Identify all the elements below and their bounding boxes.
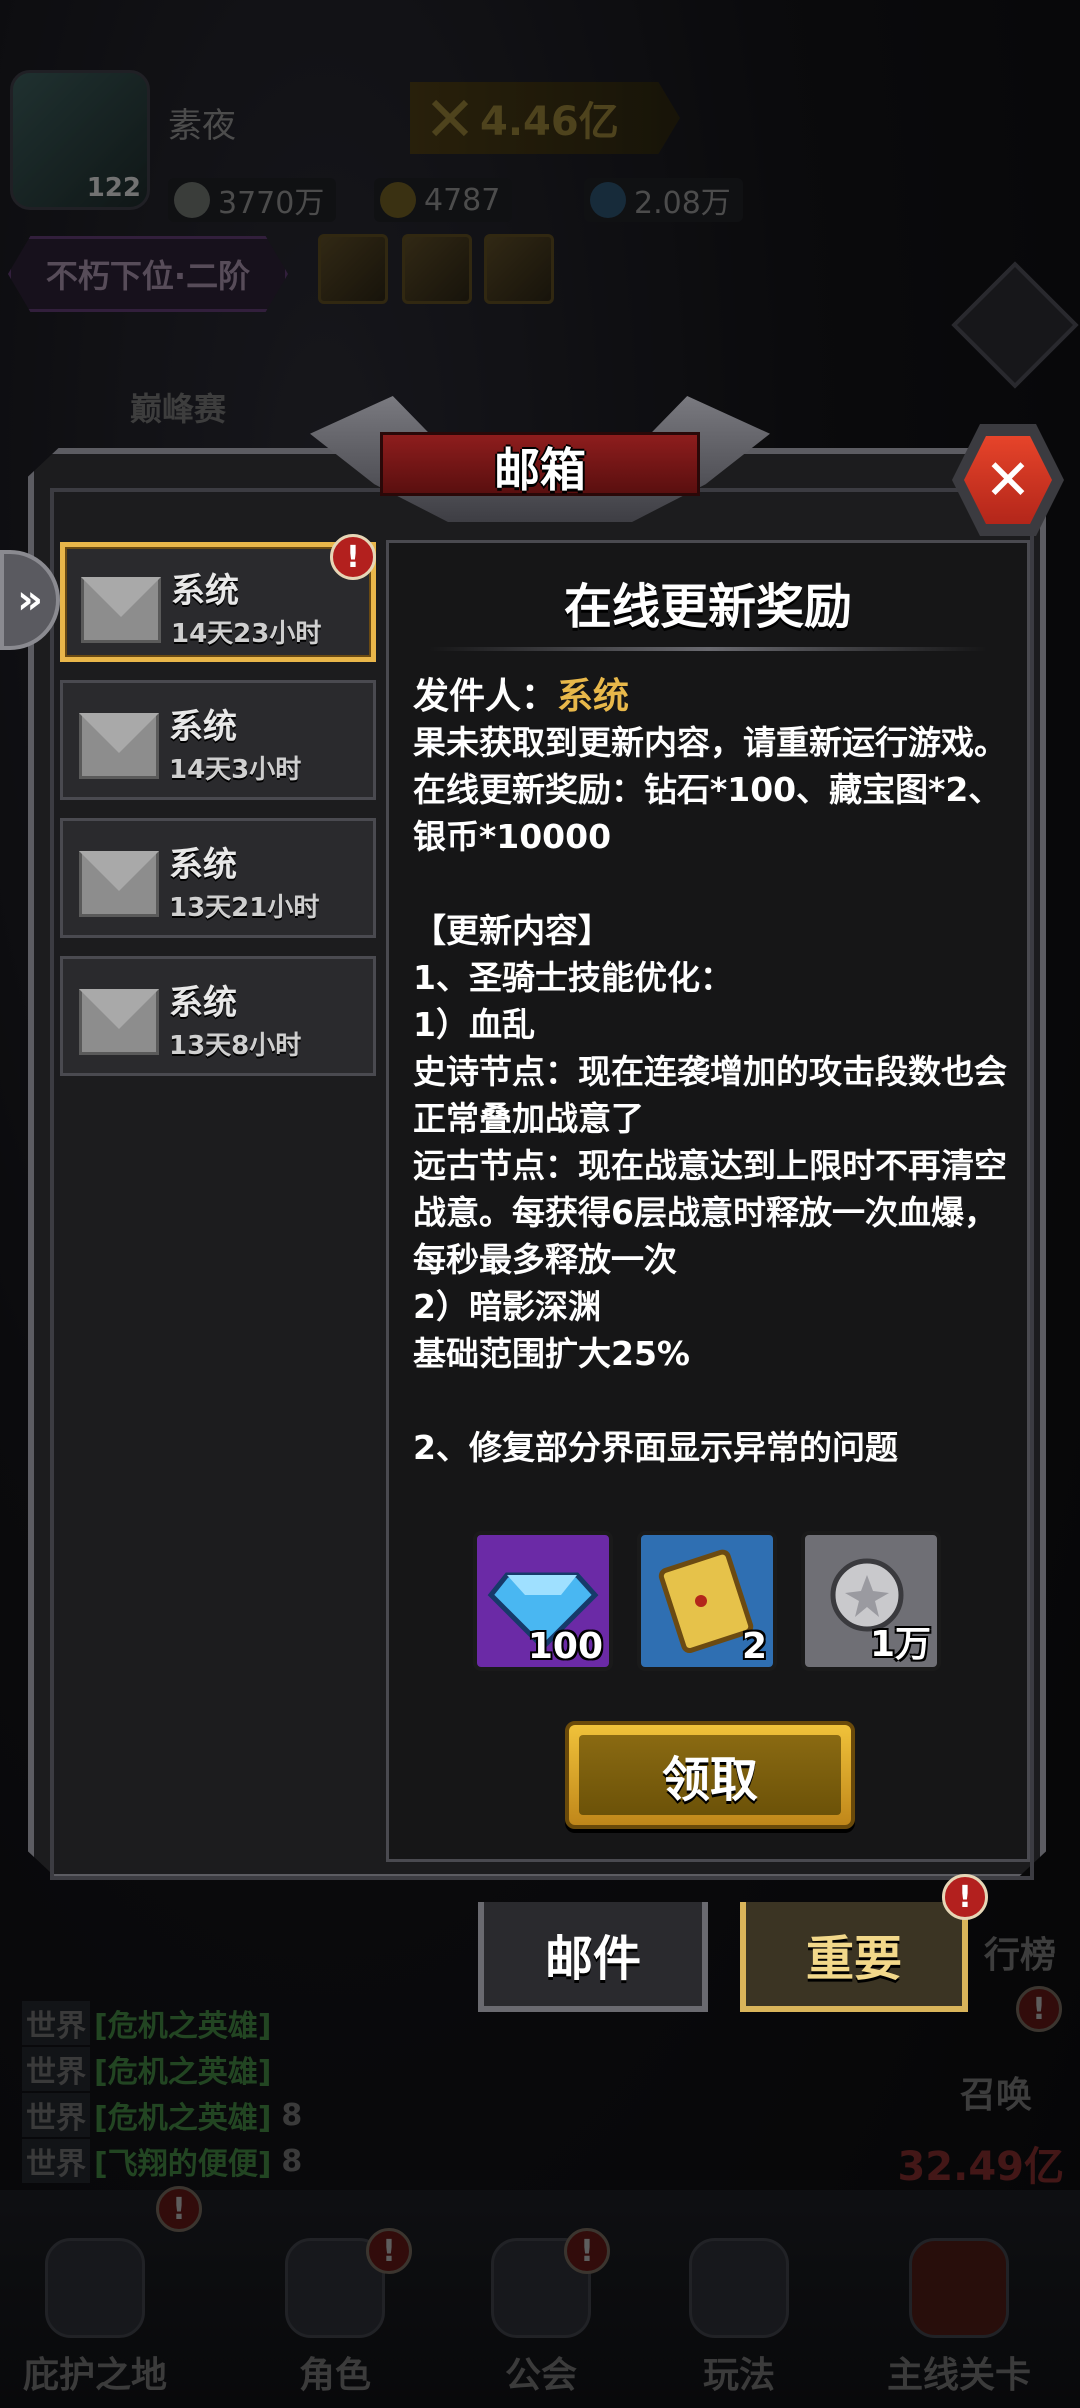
mail-sender: 系统 [169, 845, 237, 885]
envelope-icon [77, 979, 161, 1063]
unread-badge: ! [330, 534, 376, 580]
tab-important[interactable]: 重要 [740, 1902, 968, 2012]
mail-detail-pane: 在线更新奖励 发件人：系统 果未获取到更新内容，请重新运行游戏。 在线更新奖励：… [386, 540, 1030, 1862]
mail-sender: 系统 [171, 571, 239, 611]
mail-sender-line: 发件人：系统 [413, 667, 629, 719]
mailbox-title-plate: 邮箱 [310, 396, 770, 522]
reward-item[interactable]: 2 [637, 1531, 777, 1671]
envelope-icon [77, 841, 161, 925]
mail-time: 14天3小时 [169, 755, 302, 785]
mail-time: 13天8小时 [169, 1031, 302, 1061]
sender-value: 系统 [557, 676, 630, 717]
reward-count: 100 [527, 1626, 603, 1667]
sender-label: 发件人： [413, 676, 558, 717]
mail-body-text[interactable]: 果未获取到更新内容，请重新运行游戏。 在线更新奖励：钻石*100、藏宝图*2、银… [413, 719, 1013, 1519]
mail-sender: 系统 [169, 707, 237, 747]
reward-item[interactable]: 1万 [801, 1531, 941, 1671]
mail-title: 在线更新奖励 [563, 579, 852, 635]
reward-list: 100 2 1万 [473, 1531, 953, 1671]
close-icon: ✕ [964, 436, 1052, 524]
mail-time: 14天23小时 [171, 619, 322, 649]
envelope-icon [79, 567, 163, 651]
mail-item[interactable]: 系统 14天3小时 [60, 680, 376, 800]
claim-label: 领取 [579, 1735, 841, 1815]
reward-count: 1万 [869, 1624, 931, 1665]
mail-time: 13天21小时 [169, 893, 320, 923]
reward-item[interactable]: 100 [473, 1531, 613, 1671]
notification-badge: ! [942, 1874, 988, 1920]
mail-item[interactable]: 系统 13天8小时 [60, 956, 376, 1076]
mail-item[interactable]: 系统 13天21小时 [60, 818, 376, 938]
mail-sender: 系统 [169, 983, 237, 1023]
tab-mail[interactable]: 邮件 [478, 1902, 708, 2012]
reward-count: 2 [741, 1626, 767, 1667]
envelope-icon [77, 703, 161, 787]
mailbox-title: 邮箱 [494, 443, 586, 497]
title-divider [429, 647, 987, 651]
claim-button[interactable]: 领取 [565, 1721, 855, 1829]
mail-item[interactable]: 系统 14天23小时 [60, 542, 376, 662]
